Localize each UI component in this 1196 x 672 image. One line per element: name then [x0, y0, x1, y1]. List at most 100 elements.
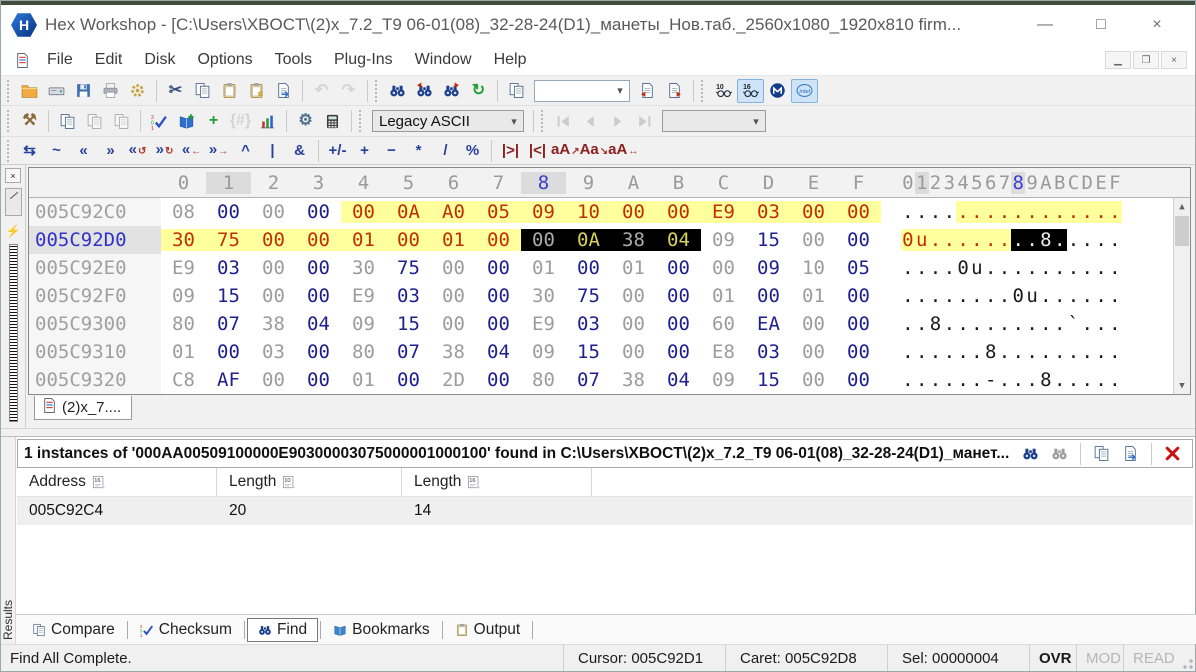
op-negate-button[interactable]: +/-: [324, 140, 351, 162]
hex-byte[interactable]: 00: [746, 285, 791, 307]
hex-byte[interactable]: 09: [521, 201, 566, 223]
ascii-char[interactable]: .: [1039, 341, 1053, 363]
hex-byte[interactable]: 00: [431, 313, 476, 335]
ascii-char[interactable]: .: [1080, 229, 1094, 251]
copy-button[interactable]: [189, 79, 216, 103]
hex-byte[interactable]: 15: [386, 313, 431, 335]
ascii-char[interactable]: .: [929, 369, 943, 391]
hex-byte[interactable]: 38: [431, 341, 476, 363]
results-find-next-button[interactable]: [1046, 442, 1073, 466]
op-lowercase-button[interactable]: Aa↘: [580, 139, 609, 163]
menu-file[interactable]: File: [36, 48, 84, 72]
op-modulus-button[interactable]: %: [459, 140, 486, 162]
radix-hex-button[interactable]: 16: [737, 79, 764, 103]
hex-byte[interactable]: AF: [206, 369, 251, 391]
ascii-char[interactable]: .: [998, 285, 1012, 307]
ascii-char[interactable]: .: [998, 369, 1012, 391]
ascii-char[interactable]: .: [1039, 257, 1053, 279]
ascii-char[interactable]: .: [942, 201, 956, 223]
hex-byte[interactable]: 00: [251, 229, 296, 251]
save-button[interactable]: [70, 79, 97, 103]
hex-byte[interactable]: E9: [161, 257, 206, 279]
hex-byte[interactable]: 00: [251, 285, 296, 307]
ascii-char[interactable]: .: [1053, 257, 1067, 279]
hex-byte[interactable]: 30: [161, 229, 206, 251]
paste-button[interactable]: [216, 79, 243, 103]
ascii-char[interactable]: .: [942, 313, 956, 335]
op-or-button[interactable]: |: [259, 140, 286, 162]
export-button[interactable]: [270, 79, 297, 103]
ascii-char[interactable]: .: [970, 313, 984, 335]
ascii-char[interactable]: .: [984, 285, 998, 307]
menu-options[interactable]: Options: [186, 48, 263, 72]
ascii-char[interactable]: .: [1094, 257, 1108, 279]
hex-byte[interactable]: 09: [161, 285, 206, 307]
hex-byte[interactable]: 75: [206, 229, 251, 251]
hex-byte[interactable]: 03: [251, 341, 296, 363]
hex-byte[interactable]: 04: [296, 313, 341, 335]
hex-byte[interactable]: 00: [836, 369, 881, 391]
hex-byte[interactable]: 00: [701, 257, 746, 279]
hex-byte[interactable]: 00: [611, 341, 656, 363]
ascii-char[interactable]: .: [1067, 229, 1081, 251]
toolbar-grip[interactable]: [359, 110, 363, 132]
hex-byte[interactable]: 00: [296, 285, 341, 307]
document-tab[interactable]: (2)x_7....: [34, 396, 132, 420]
hex-byte[interactable]: 01: [611, 257, 656, 279]
ascii-char[interactable]: .: [984, 201, 998, 223]
ascii-char[interactable]: .: [1108, 341, 1122, 363]
menu-tools[interactable]: Tools: [264, 48, 323, 72]
op-equals-button[interactable]: ⇆: [16, 140, 43, 162]
ascii-char[interactable]: .: [1011, 257, 1025, 279]
toolbar-grip[interactable]: [701, 80, 705, 102]
goto-next-button[interactable]: [661, 79, 688, 103]
ascii-char[interactable]: .: [1067, 341, 1081, 363]
hex-byte[interactable]: 2D: [431, 369, 476, 391]
compare-previous-button[interactable]: [81, 109, 108, 133]
hex-byte[interactable]: 03: [746, 201, 791, 223]
ascii-char[interactable]: .: [929, 257, 943, 279]
ascii-char[interactable]: .: [915, 257, 929, 279]
statistics-button[interactable]: [254, 109, 281, 133]
hex-byte[interactable]: 00: [476, 285, 521, 307]
toolbar-grip[interactable]: [7, 80, 11, 102]
hex-byte[interactable]: 00: [431, 257, 476, 279]
ascii-char[interactable]: .: [1053, 369, 1067, 391]
op-xor-button[interactable]: ^: [232, 140, 259, 162]
hex-byte[interactable]: 04: [476, 341, 521, 363]
op-not-button[interactable]: ~: [43, 140, 70, 162]
hex-byte[interactable]: 07: [566, 369, 611, 391]
hex-byte[interactable]: 00: [656, 257, 701, 279]
hex-byte[interactable]: 00: [386, 369, 431, 391]
ascii-char[interactable]: 8: [929, 313, 943, 335]
hex-byte[interactable]: 00: [791, 369, 836, 391]
hex-byte[interactable]: 03: [386, 285, 431, 307]
hex-byte[interactable]: 00: [611, 201, 656, 223]
compare-button[interactable]: [54, 109, 81, 133]
hex-byte[interactable]: 00: [611, 285, 656, 307]
ascii-char[interactable]: .: [1067, 285, 1081, 307]
tab-output[interactable]: Output: [445, 618, 531, 642]
hex-byte[interactable]: 00: [656, 285, 701, 307]
tab-bookmarks[interactable]: Bookmarks: [323, 618, 440, 642]
ascii-char[interactable]: .: [901, 201, 915, 223]
hex-byte[interactable]: 05: [476, 201, 521, 223]
ascii-char[interactable]: .: [970, 229, 984, 251]
ascii-char[interactable]: .: [1067, 369, 1081, 391]
insert-button[interactable]: +: [200, 109, 227, 133]
ascii-char[interactable]: .: [1080, 201, 1094, 223]
intel-byte-order-button[interactable]: intel: [791, 79, 818, 103]
bookmark-add-button[interactable]: [173, 109, 200, 133]
column-header-address[interactable]: Address16: [17, 468, 217, 496]
hex-byte[interactable]: C8: [161, 369, 206, 391]
ascii-char[interactable]: .: [1080, 313, 1094, 335]
hex-byte[interactable]: 00: [206, 341, 251, 363]
scroll-down-icon[interactable]: ▼: [1174, 377, 1190, 394]
hex-byte[interactable]: 00: [296, 201, 341, 223]
hex-byte[interactable]: 38: [611, 229, 656, 251]
hex-byte[interactable]: 08: [161, 201, 206, 223]
hex-byte[interactable]: EA: [746, 313, 791, 335]
results-copy-button[interactable]: [1088, 442, 1115, 466]
ascii-char[interactable]: .: [942, 257, 956, 279]
toolbar-grip[interactable]: [375, 80, 379, 102]
